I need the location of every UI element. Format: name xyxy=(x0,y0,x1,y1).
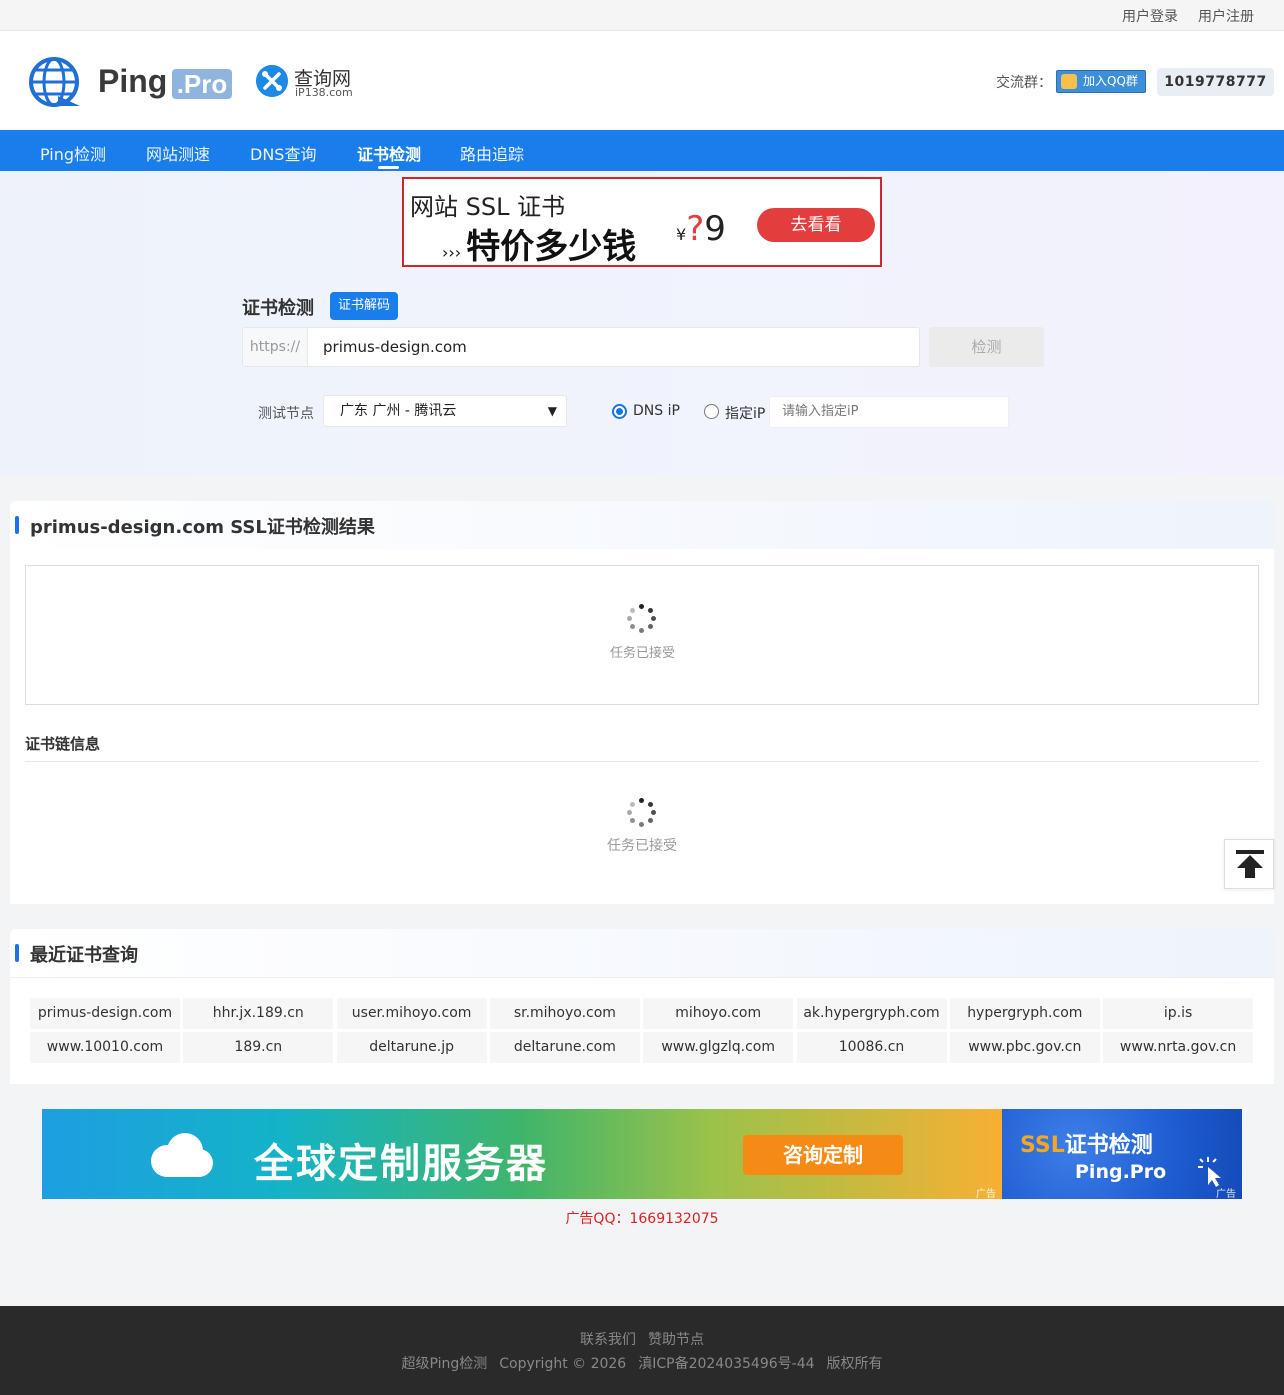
side-ad-title: SSL证书检测 xyxy=(1020,1133,1153,1158)
recent-query-item[interactable]: ip.is xyxy=(1103,998,1254,1029)
server-ad-text: 全球定制服务器 xyxy=(254,1141,548,1187)
sponsor-link[interactable]: 赞助节点 xyxy=(648,1332,704,1348)
chevron-down-icon: ▼ xyxy=(547,404,557,418)
back-to-top-button[interactable] xyxy=(1224,839,1274,889)
recent-query-item[interactable]: www.10010.com xyxy=(30,1032,180,1063)
ad-price: ¥?9 xyxy=(676,209,726,249)
chain-status-text: 任务已接受 xyxy=(607,838,677,854)
url-input[interactable] xyxy=(309,328,919,366)
server-ad-banner[interactable]: 全球定制服务器 咨询定制 广告 xyxy=(42,1109,1002,1199)
node-selected-value: 广东 广州 - 腾讯云 xyxy=(340,403,457,419)
recent-query-item[interactable]: www.pbc.gov.cn xyxy=(949,1032,1100,1063)
recent-query-item[interactable]: 10086.cn xyxy=(796,1032,947,1063)
nav-traceroute[interactable]: 路由追踪 xyxy=(460,141,524,165)
url-prefix: https:// xyxy=(243,328,308,366)
recent-query-item[interactable]: www.nrta.gov.cn xyxy=(1103,1032,1254,1063)
node-select[interactable]: 广东 广州 - 腾讯云 ▼ xyxy=(323,395,567,427)
footer-links: 联系我们 赞助节点 xyxy=(0,1329,1284,1349)
result-status-text: 任务已接受 xyxy=(610,646,676,661)
side-ad-brand: Ping.Pro xyxy=(1075,1161,1167,1183)
check-button[interactable]: 检测 xyxy=(929,327,1044,367)
nav-dns[interactable]: DNS查询 xyxy=(250,141,316,165)
node-label: 测试节点 xyxy=(258,406,314,422)
globe-logo-icon[interactable] xyxy=(28,56,82,110)
result-title: primus-design.com SSL证书检测结果 xyxy=(30,517,375,538)
footer-copyright: 超级Ping检测 Copyright © 2026 滇ICP备2024035496号… xyxy=(0,1353,1284,1373)
loading-spinner-icon xyxy=(627,604,657,634)
top-bar: 用户登录 用户注册 xyxy=(0,0,1284,31)
recent-query-item[interactable]: primus-design.com xyxy=(30,998,180,1029)
section-accent-bar xyxy=(15,516,19,534)
cert-decode-button[interactable]: 证书解码 xyxy=(330,292,398,320)
recent-panel xyxy=(10,977,1274,1084)
form-title: 证书检测 xyxy=(242,298,314,319)
cert-chain-title: 证书链信息 xyxy=(25,735,101,753)
consult-button[interactable]: 咨询定制 xyxy=(743,1135,903,1175)
recent-query-item[interactable]: 189.cn xyxy=(183,1032,334,1063)
footer-rights: 版权所有 xyxy=(826,1356,883,1372)
radio-custom-ip[interactable] xyxy=(704,404,719,419)
ad-line2: ››› 特价多少钱 xyxy=(442,227,637,267)
radio-dns-ip-label[interactable]: DNS iP xyxy=(633,403,680,419)
main-nav: Ping检测 网站测速 DNS查询 证书检测 路由追踪 xyxy=(0,130,1284,171)
recent-query-item[interactable]: ak.hypergryph.com xyxy=(796,998,947,1029)
register-link[interactable]: 用户注册 xyxy=(1198,6,1254,26)
radio-dns-ip[interactable] xyxy=(612,404,627,419)
ssl-check-ad-banner[interactable]: SSL证书检测 Ping.Pro 广告 xyxy=(1002,1109,1242,1199)
contact-link[interactable]: 联系我们 xyxy=(580,1332,636,1348)
recent-query-item[interactable]: deltarune.jp xyxy=(336,1032,487,1063)
recent-query-item[interactable]: mihoyo.com xyxy=(643,998,794,1029)
join-qq-group-button[interactable]: 加入QQ群 xyxy=(1056,70,1146,93)
url-field[interactable]: https:// xyxy=(242,327,920,367)
click-cursor-icon xyxy=(1198,1157,1221,1187)
ip138-logo-icon[interactable] xyxy=(256,65,288,97)
footer-icp[interactable]: 滇ICP备2024035496号-44 xyxy=(638,1356,814,1372)
login-link[interactable]: 用户登录 xyxy=(1122,6,1178,26)
partner-domain[interactable]: iP138.com xyxy=(295,86,353,99)
loading-spinner-icon xyxy=(627,798,657,828)
ad-contact-qq: 广告QQ：1669132075 xyxy=(565,1211,719,1227)
footer: 联系我们 赞助节点 超级Ping检测 Copyright © 2026 滇ICP备20… xyxy=(0,1306,1284,1395)
nav-active-indicator xyxy=(378,166,399,169)
ad-line1: 网站 SSL 证书 xyxy=(410,193,566,221)
logo-text[interactable]: Ping xyxy=(98,63,167,100)
qq-group-number: 1019778777 xyxy=(1157,68,1274,96)
qq-people-icon xyxy=(1061,74,1077,89)
radio-custom-ip-label[interactable]: 指定iP xyxy=(725,403,765,423)
recent-query-item[interactable]: www.glgzlq.com xyxy=(643,1032,794,1063)
recent-section-header: 最近证书查询 xyxy=(10,929,1274,977)
recent-title: 最近证书查询 xyxy=(30,945,138,966)
nav-ssl[interactable]: 证书检测 xyxy=(357,141,421,165)
ad-tag: 广告 xyxy=(1216,1189,1236,1199)
ad-tag: 广告 xyxy=(976,1189,996,1199)
recent-query-item[interactable]: user.mihoyo.com xyxy=(336,998,487,1029)
section-accent-bar xyxy=(15,944,19,962)
result-section-header: primus-design.com SSL证书检测结果 xyxy=(10,501,1274,549)
result-box: 任务已接受 xyxy=(25,565,1259,705)
nav-speed[interactable]: 网站测速 xyxy=(146,141,210,165)
join-qq-label: 加入QQ群 xyxy=(1083,74,1138,88)
ad-go-button[interactable]: 去看看 xyxy=(757,208,875,242)
recent-query-item[interactable]: deltarune.com xyxy=(489,1032,640,1063)
cloud-icon xyxy=(151,1133,213,1177)
group-label: 交流群： xyxy=(996,75,1052,91)
footer-copyright-year: Copyright © 2026 xyxy=(499,1356,627,1372)
divider xyxy=(25,761,1259,762)
logo-badge[interactable]: .Pro xyxy=(172,69,232,99)
custom-ip-input[interactable]: 请输入指定iP xyxy=(769,396,1009,428)
recent-query-item[interactable]: hhr.jx.189.cn xyxy=(183,998,334,1029)
footer-site-name[interactable]: 超级Ping检测 xyxy=(401,1356,487,1372)
recent-query-item[interactable]: sr.mihoyo.com xyxy=(489,998,640,1029)
nav-ping[interactable]: Ping检测 xyxy=(40,141,106,165)
recent-query-item[interactable]: hypergryph.com xyxy=(949,998,1100,1029)
ssl-price-ad-banner[interactable]: 网站 SSL 证书 ››› 特价多少钱 ¥?9 去看看 xyxy=(402,177,882,267)
arrow-up-to-top-icon xyxy=(1236,850,1264,878)
